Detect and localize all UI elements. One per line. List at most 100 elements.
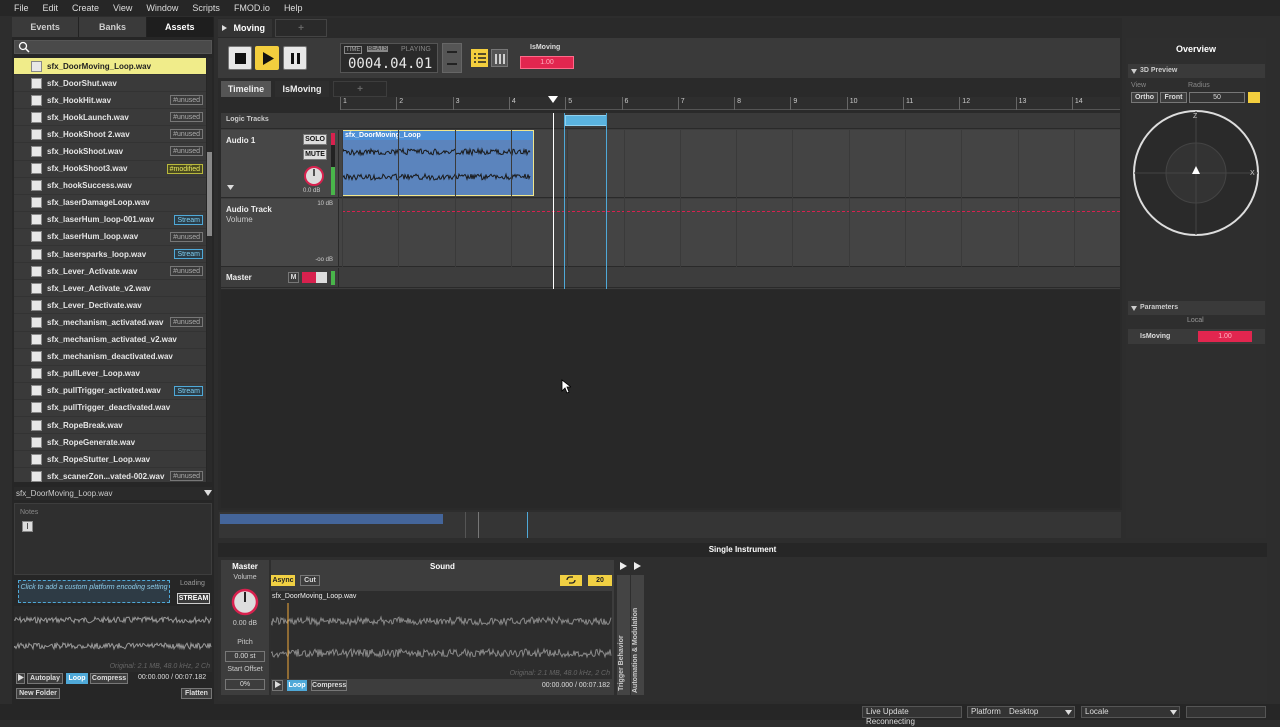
menu-view[interactable]: View [113,3,132,13]
pitch-field[interactable]: 0.00 st [225,651,265,662]
menu-file[interactable]: File [14,3,29,13]
asset-item[interactable]: sfx_mechanism_deactivated.wav [14,349,206,366]
asset-item[interactable]: sfx_hookSuccess.wav [14,178,206,195]
automation-curve[interactable] [342,211,1120,212]
menu-edit[interactable]: Edit [43,3,59,13]
asset-item[interactable]: sfx_laserHum_loop-001.wav Stream [14,212,206,229]
solo-button[interactable]: SOLO [303,134,327,145]
new-folder-button[interactable]: New Folder [16,688,60,699]
tab-ismoving[interactable]: IsMoving [275,81,329,97]
asset-item[interactable]: sfx_Lever_Dectivate.wav [14,297,206,315]
asset-item[interactable]: sfx_DoorMoving_Loop.wav [14,58,206,76]
timeline-ruler[interactable]: 1 2 3 4 5 6 7 8 9 10 11 12 13 14 [340,97,1120,110]
master-fader[interactable] [302,272,316,283]
scrollbar-thumb[interactable] [207,152,212,236]
playhead-handle-icon[interactable] [548,96,558,103]
sound-waveform-area[interactable]: sfx_DoorMoving_Loop.wav Original: 2.1 MB… [271,591,612,679]
chevron-down-icon[interactable] [204,490,212,496]
stream-button[interactable]: STREAM [177,593,210,604]
asset-item[interactable]: sfx_mechanism_activated_v2.wav [14,332,206,349]
preview3d-header[interactable]: 3D Preview [1128,64,1265,78]
loop-button[interactable]: Loop [66,673,88,684]
asset-item[interactable]: sfx_RopeGenerate.wav [14,434,206,452]
asset-item[interactable]: sfx_HookShoot3.wav #modified [14,161,206,178]
parameter-row[interactable]: IsMoving 1.00 [1128,329,1265,344]
async-button[interactable]: Async [271,575,295,586]
beats-mode[interactable]: BEATS [367,46,389,52]
flatten-button[interactable]: Flatten [181,688,212,699]
asset-list-scrollbar[interactable] [207,58,212,482]
parameters-header[interactable]: Parameters [1128,301,1265,315]
sound-compress-button[interactable]: Compress [311,680,347,691]
asset-item[interactable]: sfx_HookLaunch.wav #unused [14,109,206,127]
track-empty-area[interactable] [221,290,1120,508]
lock-icon[interactable] [1248,92,1260,103]
asset-item[interactable]: sfx_HookShoot 2.wav #unused [14,126,206,144]
tab-timeline[interactable]: Timeline [221,81,271,97]
sound-play-button[interactable] [272,680,283,691]
locale-select[interactable]: Locale [1081,706,1180,718]
menu-create[interactable]: Create [72,3,99,13]
panner-3d[interactable]: Z X [1131,108,1261,238]
mute-button[interactable]: MUTE [303,149,327,160]
asset-item[interactable]: sfx_lasersparks_loop.wav Stream [14,246,206,264]
menu-fmodio[interactable]: FMOD.io [234,3,270,13]
master-mute-button[interactable]: M [288,272,299,283]
search-input[interactable] [14,40,212,54]
expand-automation-icon[interactable] [634,562,641,570]
grid-view-button[interactable] [491,49,508,67]
front-button[interactable]: Front [1160,92,1187,103]
asset-item[interactable]: sfx_pullTrigger_activated.wav Stream [14,383,206,400]
play-preview-button[interactable] [16,673,25,684]
track-name[interactable]: Audio 1 [226,136,255,145]
playhead[interactable] [553,113,554,289]
sound-loop-button[interactable]: Loop [287,680,307,691]
master-db-button[interactable] [316,272,327,283]
expand-chevron-icon[interactable] [227,185,234,190]
ortho-button[interactable]: Ortho [1131,92,1158,103]
pause-button[interactable] [283,46,307,70]
play-button[interactable] [255,46,279,70]
tab-assets[interactable]: Assets [146,17,214,37]
asset-item[interactable]: sfx_laserDamageLoop.wav [14,195,206,212]
asset-item[interactable]: sfx_DoorShut.wav [14,75,206,93]
loop-end-marker[interactable] [606,113,607,289]
stop-button[interactable] [228,46,252,70]
loop-playback-button[interactable] [442,43,462,73]
asset-item[interactable]: sfx_pullTrigger_deactivated.wav [14,400,206,417]
trigger-count-field[interactable]: 20 [588,575,612,586]
list-view-button[interactable] [471,49,488,67]
start-offset-field[interactable]: 0% [225,679,265,690]
timeline-overview-scrollbar[interactable] [219,512,1121,538]
asset-item[interactable]: sfx_pullLever_Loop.wav [14,366,206,383]
notes-panel[interactable]: Notes I [14,503,212,575]
text-cursor-icon[interactable]: I [22,521,33,532]
asset-item[interactable]: sfx_laserHum_loop.wav #unused [14,229,206,247]
menu-help[interactable]: Help [284,3,303,13]
loop-region[interactable] [565,115,607,126]
menu-window[interactable]: Window [146,3,178,13]
trigger-behavior-drawer[interactable]: Trigger Behavior [617,575,630,695]
asset-item[interactable]: sfx_Lever_Activate_v2.wav [14,280,206,298]
asset-item[interactable]: sfx_RopeStutter_Loop.wav [14,451,206,469]
automation-track-name[interactable]: Audio Track [226,205,272,214]
loop-start-marker[interactable] [564,113,565,289]
live-update-status[interactable]: Live Update Reconnecting [862,706,962,726]
parameter-slider[interactable]: 1.00 [1198,331,1252,342]
autoplay-button[interactable]: Autoplay [27,673,63,684]
asset-item[interactable]: sfx_HookShoot.wav #unused [14,143,206,161]
asset-item[interactable]: sfx_mechanism_activated.wav #unused [14,314,206,332]
cut-button[interactable]: Cut [300,575,320,586]
volume-knob[interactable] [303,165,325,187]
audio-region[interactable]: sfx_DoorMoving_Loop [342,130,534,196]
radius-field[interactable]: 50 [1189,92,1245,103]
new-event-tab-button[interactable]: + [275,19,327,37]
asset-item[interactable]: sfx_Lever_Activate.wav #unused [14,263,206,281]
tab-banks[interactable]: Banks [79,17,147,37]
time-mode[interactable]: TIME [344,46,363,54]
compress-button[interactable]: Compress [90,673,128,684]
automation-drawer[interactable]: Automation & Modulation [631,575,644,695]
parameter-value-field[interactable]: 1.00 [520,56,574,69]
platform-select[interactable]: Platform Desktop [967,706,1075,718]
asset-item[interactable]: sfx_scanerZon...vated-002.wav #unused [14,468,206,482]
